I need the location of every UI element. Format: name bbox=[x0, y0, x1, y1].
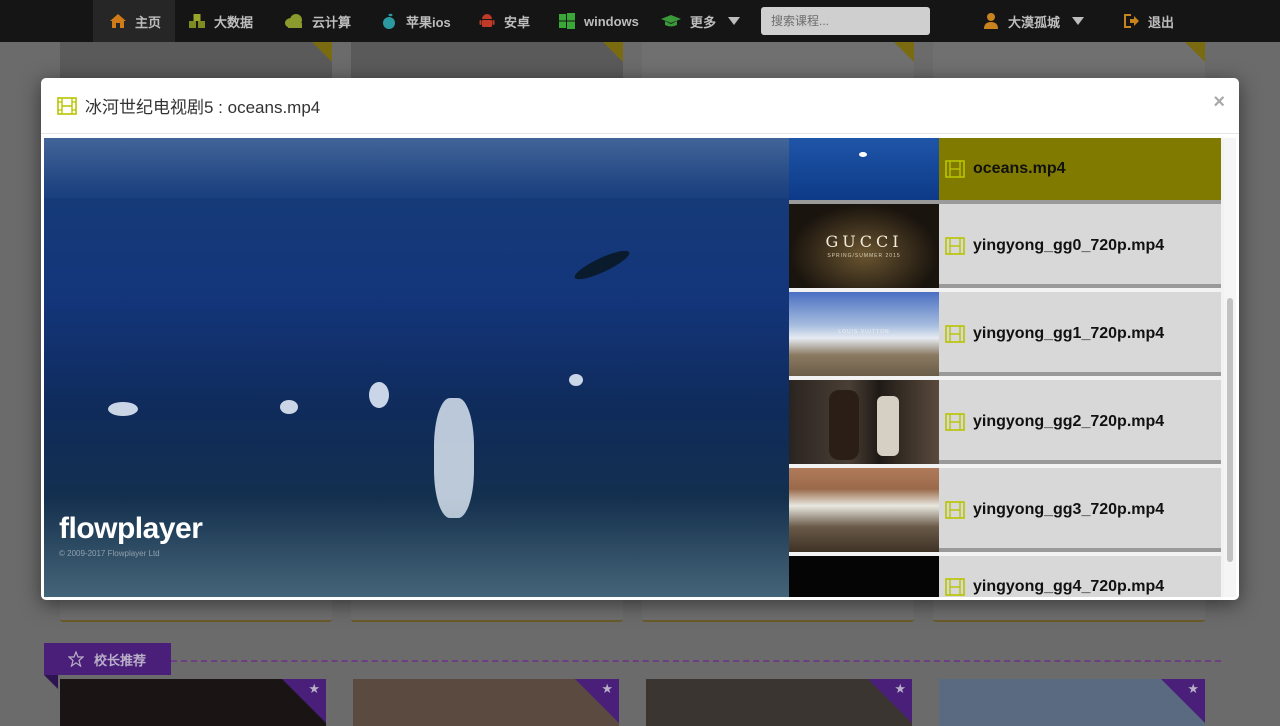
nav-item-label: 大数据 bbox=[214, 14, 254, 30]
home-icon bbox=[110, 14, 126, 28]
video-thumbnail bbox=[789, 138, 939, 200]
course-card-footer bbox=[642, 598, 914, 622]
playlist-item[interactable]: oceans.mp4 bbox=[789, 138, 1221, 204]
video-player[interactable]: flowplayer © 2009-2017 Flowplayer Ltd bbox=[44, 138, 789, 597]
course-card-thumb[interactable] bbox=[351, 42, 623, 78]
nav-item-label: 苹果ios bbox=[406, 14, 451, 30]
flowplayer-logo[interactable]: flowplayer bbox=[59, 512, 203, 546]
course-card-thumb[interactable] bbox=[933, 42, 1205, 78]
video-thumbnail: GUCCI SPRING/SUMMER 2015 bbox=[789, 204, 939, 288]
nav-item-windows[interactable]: windows bbox=[558, 0, 639, 42]
playlist-item-label: yingyong_gg0_720p.mp4 bbox=[973, 237, 1165, 254]
apple-icon bbox=[383, 13, 395, 29]
playlist-item[interactable]: yingyong_gg2_720p.mp4 bbox=[789, 380, 1221, 464]
chevron-down-icon bbox=[1072, 17, 1085, 25]
recommend-card[interactable]: ★ bbox=[60, 679, 326, 726]
playlist-item-label: yingyong_gg1_720p.mp4 bbox=[973, 325, 1165, 342]
logout-button[interactable]: 退出 bbox=[1122, 0, 1174, 42]
nav-item-home[interactable]: 主页 bbox=[93, 0, 175, 42]
playlist-item-label: oceans.mp4 bbox=[973, 160, 1066, 177]
film-icon bbox=[945, 237, 965, 255]
star-icon: ★ bbox=[1187, 681, 1199, 696]
playlist-item[interactable]: LOUIS VUITTON yingyong_gg1_720p.mp4 bbox=[789, 292, 1221, 376]
windows-icon bbox=[559, 13, 575, 29]
modal-title: 冰河世纪电视剧5 : oceans.mp4 bbox=[85, 98, 321, 117]
graduation-cap-icon bbox=[661, 15, 681, 27]
star-outline-icon bbox=[68, 651, 84, 667]
star-icon: ★ bbox=[601, 681, 613, 696]
modal-header: 冰河世纪电视剧5 : oceans.mp4 bbox=[41, 78, 1239, 134]
film-icon bbox=[945, 413, 965, 431]
film-icon bbox=[945, 578, 965, 596]
cloud-icon bbox=[285, 14, 302, 28]
playlist-item[interactable]: GUCCI SPRING/SUMMER 2015 yingyong_gg0_72… bbox=[789, 204, 1221, 288]
section-header-recommend: 校长推荐 bbox=[44, 643, 171, 675]
playlist-item-label: yingyong_gg3_720p.mp4 bbox=[973, 501, 1165, 518]
playlist-item[interactable]: yingyong_gg4_720p.mp4 bbox=[789, 556, 1221, 597]
playlist-item[interactable]: yingyong_gg3_720p.mp4 bbox=[789, 468, 1221, 552]
bird-splash bbox=[280, 400, 298, 414]
recommend-card[interactable]: ★ bbox=[353, 679, 619, 726]
section-title: 校长推荐 bbox=[94, 652, 147, 668]
top-navbar: 主页 大数据 云计算 苹果ios 安卓 windows 更多 大漠孤城 退出 bbox=[0, 0, 1280, 42]
film-icon bbox=[945, 501, 965, 519]
nav-item-label: 安卓 bbox=[504, 14, 531, 30]
film-icon bbox=[945, 325, 965, 343]
film-icon bbox=[945, 160, 965, 178]
bird-splash bbox=[369, 382, 389, 408]
nav-item-android[interactable]: 安卓 bbox=[478, 0, 530, 42]
search-box bbox=[761, 7, 930, 35]
section-divider bbox=[171, 660, 1221, 662]
nav-item-ios[interactable]: 苹果ios bbox=[380, 0, 451, 42]
video-thumbnail bbox=[789, 380, 939, 464]
nav-item-label: 主页 bbox=[135, 14, 162, 30]
cubes-icon bbox=[189, 14, 205, 28]
playlist: oceans.mp4 GUCCI SPRING/SUMMER 2015 ying… bbox=[789, 138, 1224, 597]
user-icon bbox=[984, 13, 998, 29]
sky-band bbox=[44, 138, 789, 198]
nav-item-bigdata[interactable]: 大数据 bbox=[188, 0, 253, 42]
bird-splash bbox=[569, 374, 583, 386]
close-icon[interactable]: × bbox=[1213, 91, 1225, 114]
recommend-card[interactable]: ★ bbox=[646, 679, 912, 726]
star-icon: ★ bbox=[308, 681, 320, 696]
scrollbar-thumb[interactable] bbox=[1227, 298, 1233, 562]
film-icon bbox=[57, 96, 77, 115]
thumbnail-text: GUCCI bbox=[825, 232, 903, 251]
thumbnail-text: LOUIS VUITTON bbox=[838, 329, 890, 335]
android-icon bbox=[479, 14, 495, 27]
playlist-scrollbar[interactable] bbox=[1224, 138, 1236, 597]
flying-bird bbox=[571, 245, 633, 285]
sign-out-icon bbox=[1124, 14, 1139, 28]
flowplayer-copyright: © 2009-2017 Flowplayer Ltd bbox=[59, 549, 160, 558]
nav-item-label: windows bbox=[584, 13, 639, 29]
playlist-item-label: yingyong_gg2_720p.mp4 bbox=[973, 413, 1165, 430]
video-modal: 冰河世纪电视剧5 : oceans.mp4 × flowplayer © 200… bbox=[41, 78, 1239, 600]
video-thumbnail bbox=[789, 468, 939, 552]
nav-item-more[interactable]: 更多 bbox=[660, 0, 741, 42]
nav-item-cloud[interactable]: 云计算 bbox=[284, 0, 351, 42]
video-thumbnail bbox=[789, 556, 939, 597]
course-card-thumb[interactable] bbox=[642, 42, 914, 78]
logout-label: 退出 bbox=[1148, 14, 1175, 30]
course-card-thumb[interactable] bbox=[60, 42, 332, 78]
chevron-down-icon bbox=[728, 17, 741, 25]
bird-splash bbox=[108, 402, 138, 416]
user-name: 大漠孤城 bbox=[1008, 14, 1061, 30]
recommend-card[interactable]: ★ bbox=[939, 679, 1205, 726]
user-menu[interactable]: 大漠孤城 bbox=[982, 0, 1085, 42]
nav-item-label: 更多 bbox=[690, 14, 717, 30]
course-card-footer bbox=[351, 598, 623, 622]
section-tag-fold bbox=[44, 675, 58, 689]
course-card-footer bbox=[933, 598, 1205, 622]
star-icon: ★ bbox=[894, 681, 906, 696]
thumbnail-subtext: SPRING/SUMMER 2015 bbox=[827, 253, 901, 259]
video-thumbnail: LOUIS VUITTON bbox=[789, 292, 939, 376]
playlist-item-label: yingyong_gg4_720p.mp4 bbox=[973, 578, 1165, 595]
course-card-footer bbox=[60, 598, 332, 622]
search-input[interactable] bbox=[771, 14, 926, 28]
nav-item-label: 云计算 bbox=[312, 14, 352, 30]
